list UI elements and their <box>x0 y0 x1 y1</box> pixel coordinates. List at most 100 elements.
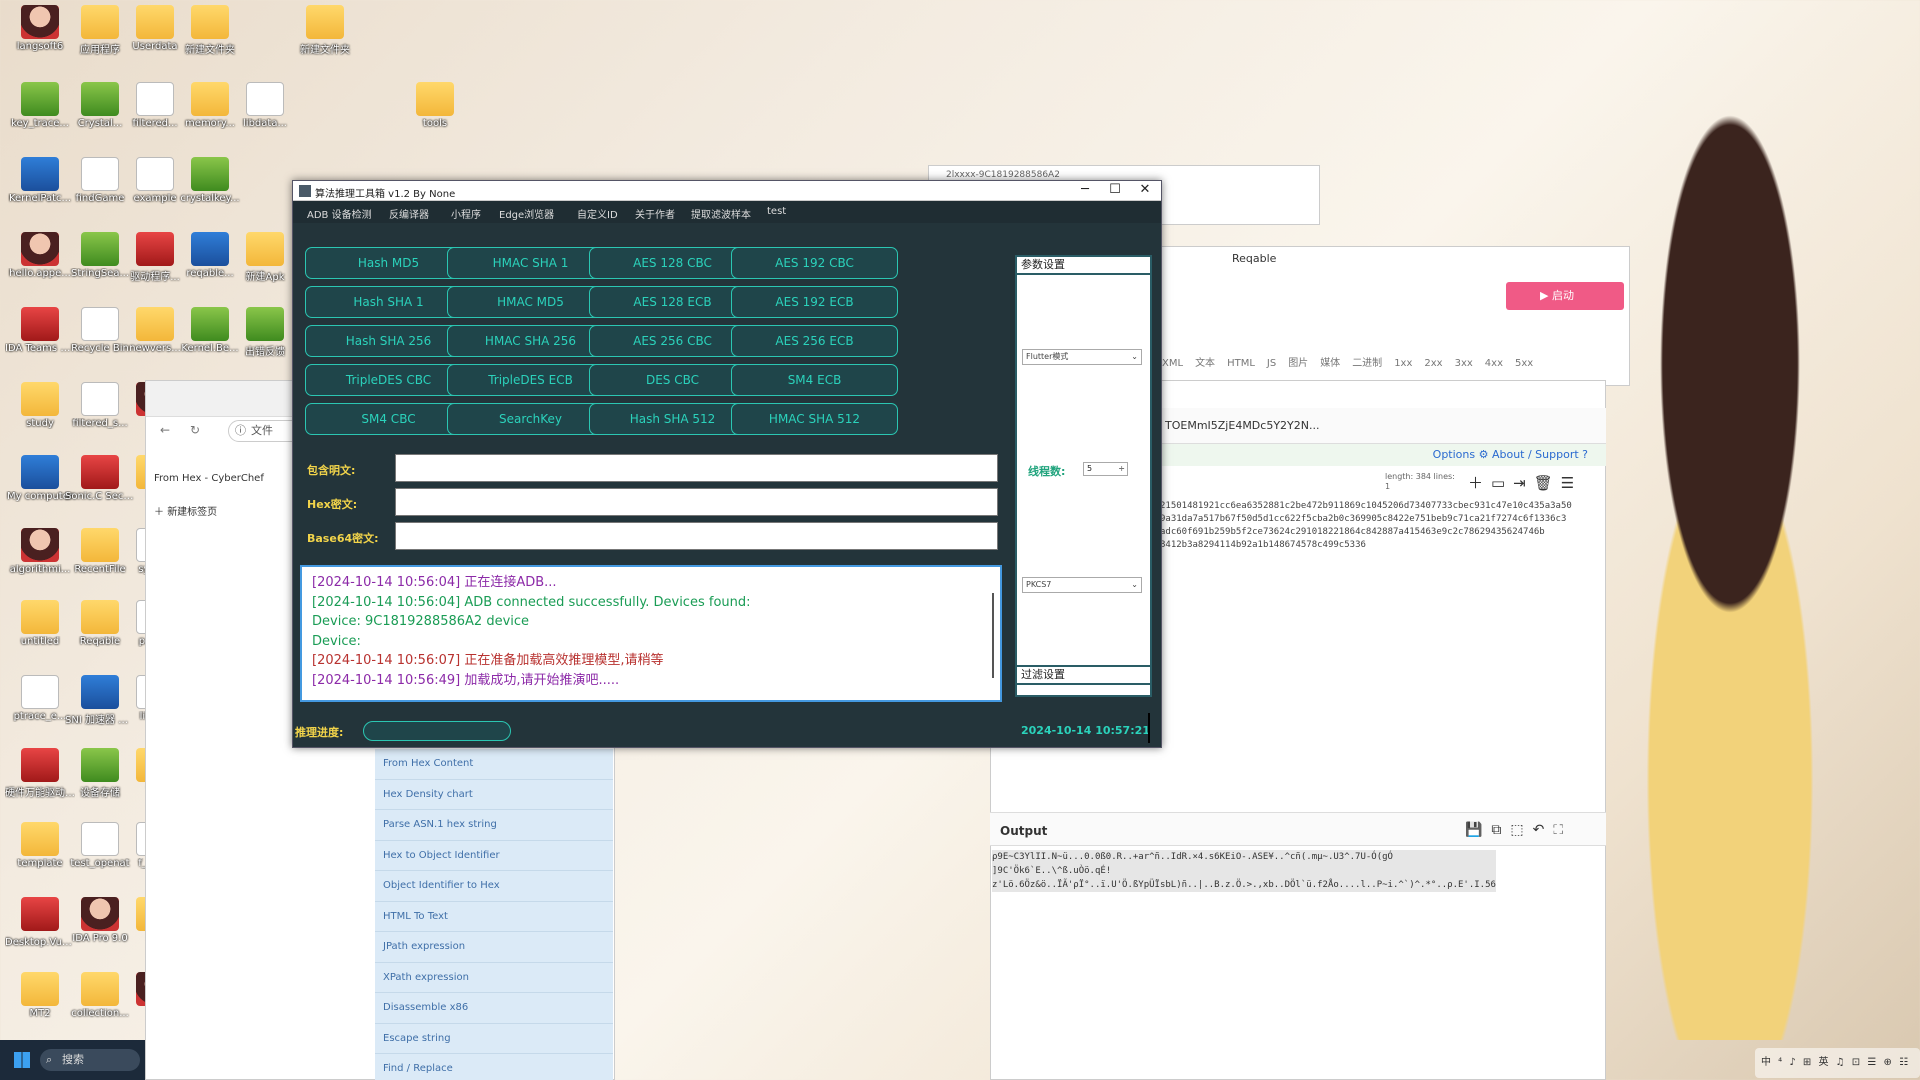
appb-icon <box>191 232 229 266</box>
filter-settings-header: 过滤设置 <box>1015 665 1152 685</box>
folder-icon <box>21 382 59 416</box>
desktop-icon[interactable]: crystalkey... <box>175 157 245 204</box>
input-meta: length: 384 lines: 1 <box>1385 472 1455 491</box>
reqable-tab[interactable]: 1xx <box>1394 358 1412 369</box>
browser-tab-cyberchef[interactable]: From Hex - CyberChef <box>154 473 264 484</box>
cyberchef-input-text[interactable]: 21501481921cc6ea6352881c2be472b911869c10… <box>1160 500 1600 552</box>
cyberchef-operation[interactable]: Parse ASN.1 hex string <box>375 810 613 841</box>
reload-icon[interactable]: ↻ <box>190 423 200 437</box>
cyberchef-operation[interactable]: Disassemble x86 <box>375 993 613 1024</box>
field-input[interactable] <box>395 488 998 516</box>
desktop-icon[interactable]: 出错反馈 <box>230 307 300 358</box>
menu-item[interactable]: 反编译器 <box>389 206 429 221</box>
menu-item[interactable]: Edge浏览器 <box>499 206 554 221</box>
reqable-tab[interactable]: HTML <box>1227 358 1255 369</box>
cyberchef-operation[interactable]: JPath expression <box>375 932 613 963</box>
algorithm-button[interactable]: AES 192 ECB <box>731 286 898 318</box>
output-toolbar-icons[interactable]: 💾⧉⬚↶⛶ <box>1465 822 1572 838</box>
menu-item[interactable]: 小程序 <box>451 206 481 221</box>
desktop-icon[interactable]: 新建Apk <box>230 232 300 283</box>
appg-icon <box>21 82 59 116</box>
padding-select-value: PKCS7 <box>1026 580 1052 589</box>
close-button[interactable]: ✕ <box>1135 182 1155 197</box>
reqable-tab[interactable]: XML <box>1162 358 1183 369</box>
person-icon <box>21 232 59 266</box>
cyberchef-options-bar[interactable]: Options ⚙ About / Support ? <box>1150 444 1606 466</box>
field-input[interactable] <box>395 522 998 550</box>
menu-item[interactable]: 自定义ID <box>577 206 618 221</box>
cyberchef-operation[interactable]: XPath expression <box>375 962 613 993</box>
input-toolbar-icons[interactable]: ＋▭⇥🗑☰ <box>1468 472 1582 493</box>
appb-icon <box>21 157 59 191</box>
cyberchef-operation[interactable]: Escape string <box>375 1023 613 1054</box>
reqable-tab[interactable]: 二进制 <box>1352 358 1382 369</box>
back-icon[interactable]: ← <box>160 423 170 437</box>
play-icon: ▶ <box>1540 289 1552 302</box>
menu-item[interactable]: ADB 设备检测 <box>307 206 372 221</box>
reqable-tab[interactable]: 4xx <box>1485 358 1503 369</box>
reqable-tab[interactable]: 媒体 <box>1320 358 1340 369</box>
cyberchef-output-text[interactable]: ρ9E~C3YlII.N~ü...0.0ß0.R..+ar^ñ..IdR.×4.… <box>992 850 1496 892</box>
param-settings-header: 参数设置 <box>1015 255 1152 275</box>
menu-item[interactable]: 提取滤波样本 <box>691 206 751 221</box>
maximize-button[interactable]: ☐ <box>1105 182 1125 197</box>
appg-icon <box>246 307 284 341</box>
new-tab-button[interactable]: ＋ 新建标签页 <box>154 503 217 518</box>
desktop-icon-label: tools <box>422 118 448 129</box>
taskbar-search[interactable]: ⌕ 搜索 <box>40 1049 140 1071</box>
cyberchef-operation[interactable]: HTML To Text <box>375 901 613 932</box>
folder-icon <box>81 528 119 562</box>
field-input[interactable] <box>395 454 998 482</box>
appr-icon <box>21 897 59 931</box>
reqable-start-label: 启动 <box>1551 289 1574 302</box>
reqable-start-button[interactable]: ▶ 启动 <box>1506 282 1624 310</box>
reqable-tab[interactable]: 图片 <box>1288 358 1308 369</box>
algorithm-button[interactable]: AES 256 ECB <box>731 325 898 357</box>
crypto-toolbox-window[interactable]: 算法推理工具箱 v1.2 By None ─ ☐ ✕ ADB 设备检测 反编译器 小… <box>292 180 1162 748</box>
log-output[interactable]: [2024-10-14 10:56:04] 正在连接ADB... [2024-10… <box>300 565 1002 702</box>
cyberchef-operation[interactable]: Hex to Object Identifier <box>375 840 613 871</box>
algorithm-button[interactable]: SM4 ECB <box>731 364 898 396</box>
app-title: 算法推理工具箱 v1.2 By None <box>315 189 456 200</box>
menu-item[interactable]: 关于作者 <box>635 206 675 221</box>
windows-start-icon[interactable] <box>14 1052 30 1068</box>
stepper-icon[interactable]: ÷ <box>1118 463 1125 475</box>
cyberchef-operation[interactable]: Hex Density chart <box>375 779 613 810</box>
system-tray[interactable]: 中 ⁴ ♪ ⊞ 英 ♫ ⊡ ☰ ⊕ ☷ <box>1755 1048 1920 1078</box>
cyberchef-operation[interactable]: Find / Replace <box>375 1054 613 1080</box>
log-scrollbar[interactable] <box>992 593 994 678</box>
algorithm-button[interactable]: HMAC SHA 512 <box>731 403 898 435</box>
app-menubar: ADB 设备检测 反编译器 小程序 Edge浏览器 自定义ID 关于作者 提取滤波样本 tes… <box>293 201 1161 223</box>
mode-select[interactable]: Flutter模式 ⌄ <box>1022 349 1142 365</box>
cyberchef-operations-list: From Hex Content Hex Density chart Parse A… <box>375 749 613 1080</box>
thread-count-stepper[interactable]: 5 ÷ <box>1083 462 1128 476</box>
file-icon <box>136 82 174 116</box>
cyberchef-operation[interactable]: Object Identifier to Hex <box>375 871 613 902</box>
reqable-tab[interactable]: 文本 <box>1195 358 1215 369</box>
field-label: Hex密文: <box>307 498 358 511</box>
reqable-tab[interactable]: 2xx <box>1424 358 1442 369</box>
field-label: Base64密文: <box>307 532 379 545</box>
reqable-title: Reqable <box>1232 252 1277 265</box>
reqable-tab[interactable]: 5xx <box>1515 358 1533 369</box>
desktop-icon-label: libdata... <box>243 118 287 129</box>
desktop-icon[interactable]: 新建文件夹 <box>290 5 360 56</box>
log-line: Device: <box>312 633 361 649</box>
menu-item[interactable]: test <box>767 206 786 217</box>
output-title: Output <box>1000 824 1048 838</box>
minimize-button[interactable]: ─ <box>1075 182 1095 197</box>
appr-icon <box>21 748 59 782</box>
algorithm-button[interactable]: AES 192 CBC <box>731 247 898 279</box>
folder-icon <box>191 82 229 116</box>
desktop-icon[interactable]: libdata... <box>230 82 300 129</box>
desktop-icon-label: 新建文件夹 <box>185 45 235 56</box>
reqable-tab[interactable]: 3xx <box>1455 358 1473 369</box>
desktop-icon-label: 新建文件夹 <box>300 45 350 56</box>
new-tab-label: 新建标签页 <box>167 507 218 518</box>
reqable-tab[interactable]: JS <box>1267 358 1276 369</box>
desktop-icon[interactable]: 新建文件夹 <box>175 5 245 56</box>
padding-select[interactable]: PKCS7 ⌄ <box>1022 577 1142 593</box>
desktop-icon[interactable]: tools <box>400 82 470 129</box>
desktop-icon-label: crystalkey... <box>180 193 240 204</box>
cyberchef-operation[interactable]: From Hex Content <box>375 749 613 780</box>
